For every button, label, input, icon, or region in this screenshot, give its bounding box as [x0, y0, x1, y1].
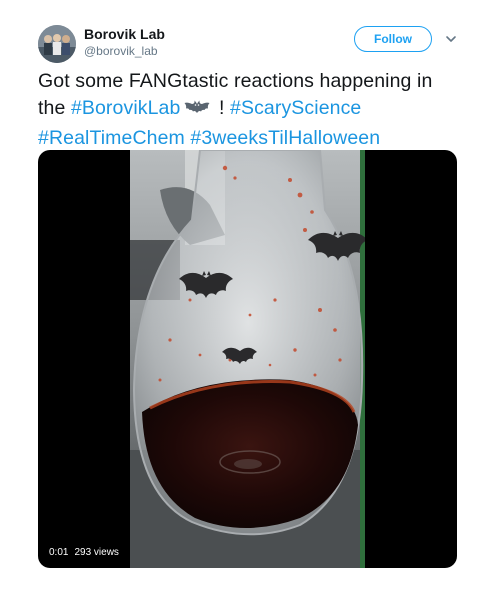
user-name[interactable]: Borovik Lab — [84, 26, 165, 42]
hashtag-3weekstilhalloween[interactable]: #3weeksTilHalloween — [190, 127, 380, 149]
video-views: 293 views — [74, 546, 119, 558]
video-stats-badge: 0:01 293 views — [44, 543, 124, 561]
tweet-text: Got some FANGtastic reactions happening … — [38, 68, 468, 152]
tweet-header: Borovik Lab @borovik_lab Follow — [38, 22, 463, 63]
tweet-line-3: #RealTimeChem #3weeksTilHalloween — [38, 125, 468, 152]
hashtag-scaryscience[interactable]: #ScaryScience — [230, 97, 361, 119]
video-frame[interactable] — [130, 150, 365, 568]
tweet-line-2: the #BorovikLab ! #ScaryScience — [38, 95, 468, 125]
video-time: 0:01 — [49, 546, 69, 558]
chevron-down-icon[interactable] — [444, 32, 458, 46]
tweet-text-the: the — [38, 97, 71, 119]
follow-button[interactable]: Follow — [354, 26, 432, 52]
avatar[interactable] — [38, 25, 76, 63]
hashtag-boroviklab[interactable]: #BorovikLab — [71, 97, 181, 119]
tweet-line-1: Got some FANGtastic reactions happening … — [38, 70, 433, 92]
bat-emoji-icon — [184, 98, 210, 125]
user-handle[interactable]: @borovik_lab — [84, 44, 158, 58]
hashtag-realtimechem[interactable]: #RealTimeChem — [38, 127, 185, 149]
video-player[interactable]: 0:01 293 views — [38, 150, 457, 568]
tweet-exclamation: ! — [213, 97, 231, 119]
